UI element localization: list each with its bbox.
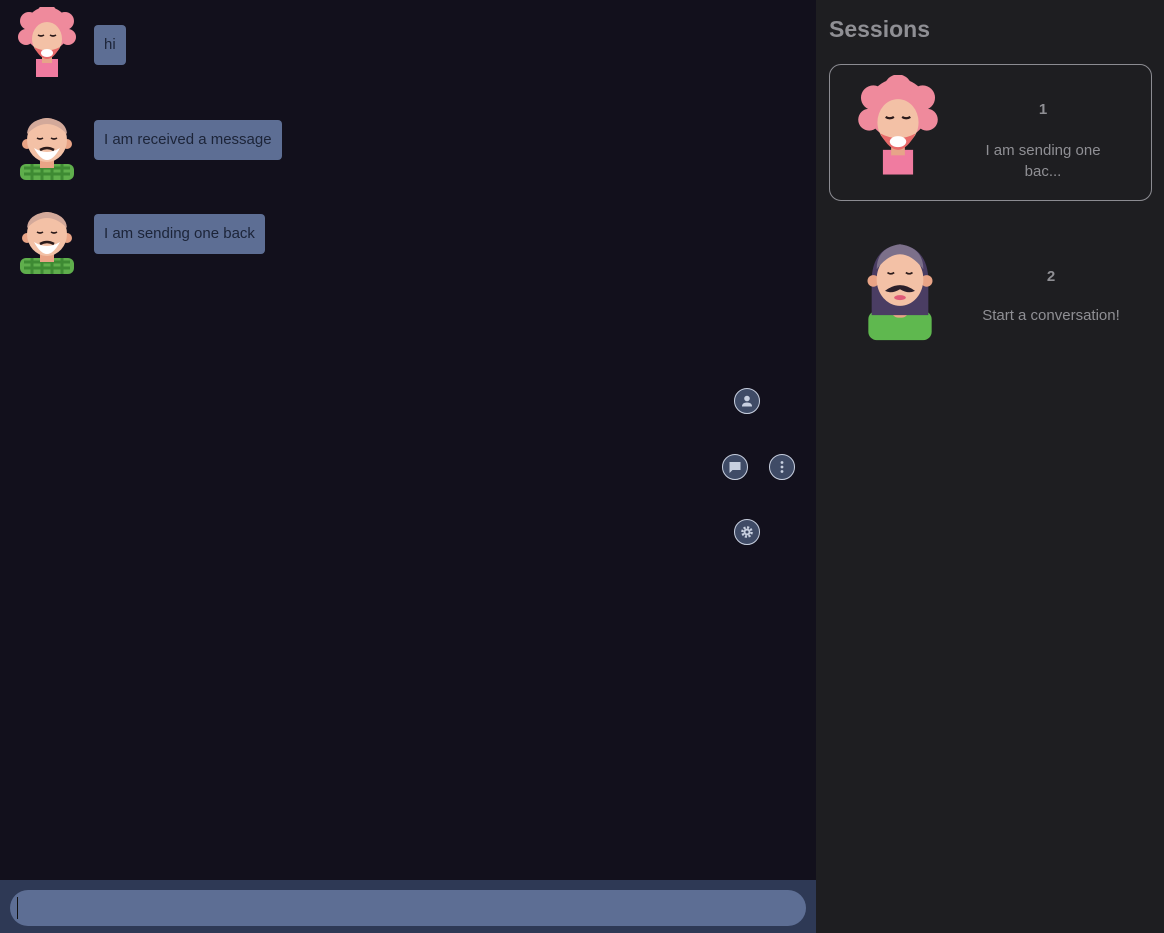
session-item-1[interactable]: 1 I am sending one bac... bbox=[829, 64, 1152, 201]
composer-bar bbox=[0, 880, 816, 933]
person-button[interactable] bbox=[734, 388, 760, 414]
session-preview: Start a conversation! bbox=[982, 307, 1120, 324]
message-bubble: hi bbox=[94, 25, 126, 65]
session-item-2[interactable]: 2 Start a conversation! bbox=[829, 220, 1152, 357]
message-bubble: I am received a message bbox=[94, 120, 282, 160]
session-avatar bbox=[866, 243, 934, 341]
chat-message: I am sending one back bbox=[12, 204, 265, 280]
more-vertical-icon bbox=[780, 461, 784, 473]
session-avatar bbox=[857, 75, 939, 176]
text-caret bbox=[17, 897, 18, 919]
session-preview: I am sending one bac... bbox=[985, 142, 1101, 180]
message-bubble: I am sending one back bbox=[94, 214, 265, 254]
session-number: 1 bbox=[1038, 101, 1048, 118]
settings-button[interactable] bbox=[734, 519, 760, 545]
chat-pane: hi I am received a message I am sending … bbox=[0, 0, 816, 933]
message-input[interactable] bbox=[10, 890, 806, 926]
user-avatar bbox=[18, 210, 76, 276]
settings-gear-icon bbox=[741, 526, 753, 538]
chat-message: hi bbox=[12, 7, 126, 93]
session-info: 1 I am sending one bac... bbox=[968, 101, 1118, 182]
chat-message: I am received a message bbox=[12, 110, 282, 186]
session-info: 2 Start a conversation! bbox=[974, 268, 1128, 326]
chat-button[interactable] bbox=[722, 454, 748, 480]
user-avatar bbox=[17, 7, 77, 78]
chat-bubble-icon bbox=[729, 462, 741, 473]
session-number: 2 bbox=[1046, 268, 1056, 285]
user-avatar bbox=[18, 116, 76, 182]
sessions-title: Sessions bbox=[829, 16, 930, 42]
more-options-button[interactable] bbox=[769, 454, 795, 480]
sessions-sidebar: Sessions 1 I am sending one bac... 2 Sta… bbox=[816, 0, 1164, 933]
person-icon bbox=[742, 395, 752, 407]
